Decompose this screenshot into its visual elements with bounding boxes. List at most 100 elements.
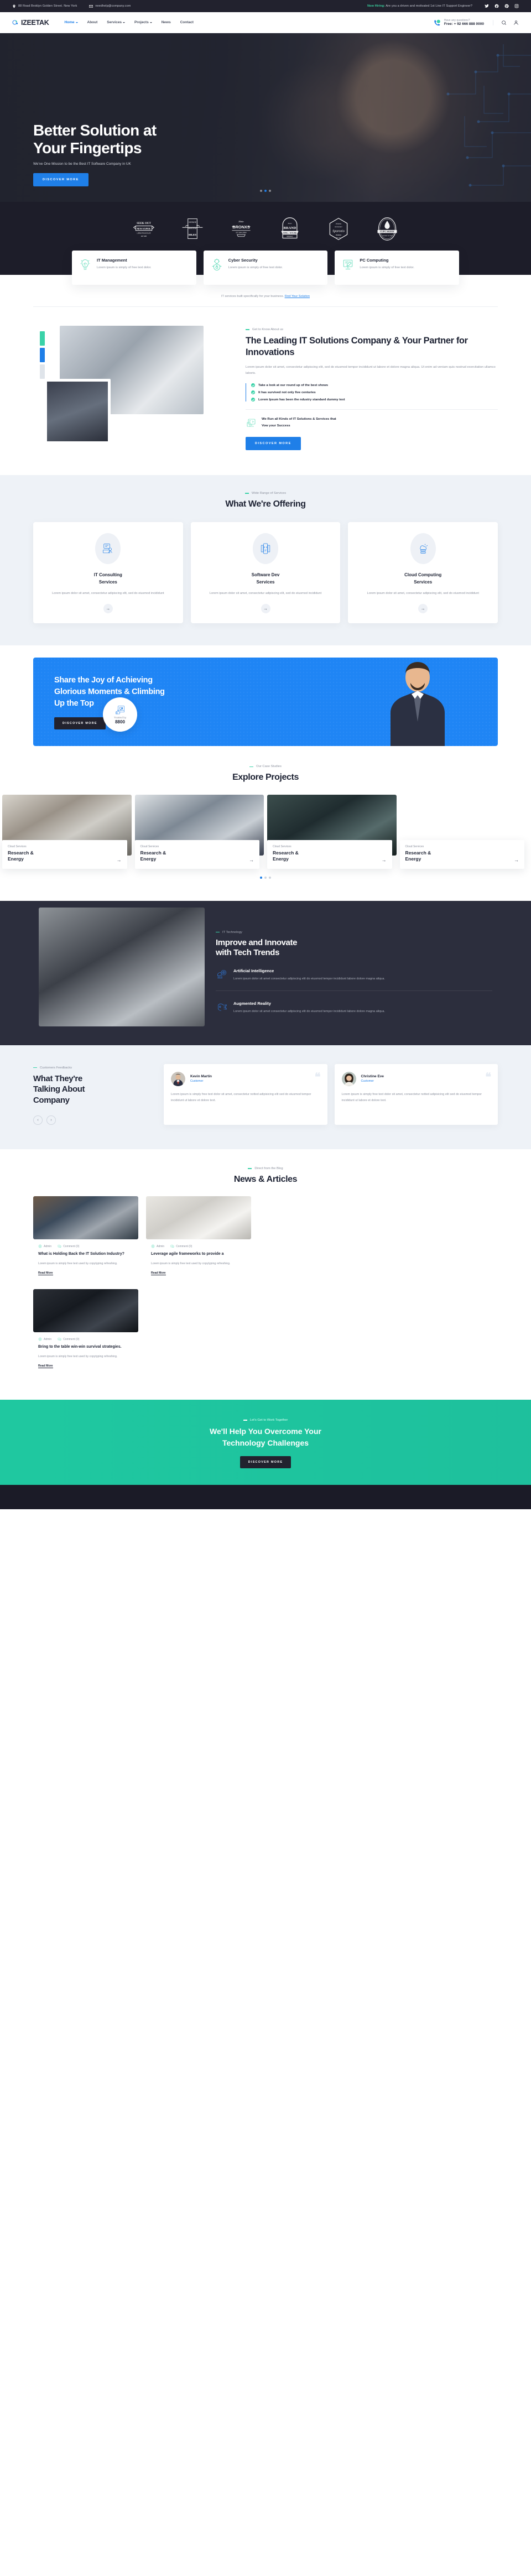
hero-dot-2[interactable] bbox=[264, 190, 267, 192]
project-card[interactable]: Cloud Services Research & Energy → bbox=[134, 794, 264, 869]
user-account-icon[interactable] bbox=[513, 20, 519, 25]
offering-card-arrow-icon[interactable]: → bbox=[261, 604, 270, 614]
news-read-more-link[interactable]: Read More bbox=[38, 1364, 53, 1369]
testimonial-cards: ❝ Kevin Martin Customer Lorem ipsum is s… bbox=[164, 1063, 498, 1125]
feature-card-pc-computing[interactable]: PC Computing Lorem ipsum is simply of fr… bbox=[335, 251, 460, 285]
cta-blue-title-line1: Share the Joy of Achieving bbox=[54, 676, 153, 685]
augmented-reality-icon bbox=[216, 1001, 228, 1013]
news-post-excerpt: Lorem ipsum is simply free text used by … bbox=[38, 1354, 118, 1358]
svg-text:EST 1985: EST 1985 bbox=[141, 236, 147, 237]
offering-card-it-consulting[interactable]: IT Consulting Services Lorem ipsum dolor… bbox=[33, 522, 183, 624]
svg-text:Make: Make bbox=[238, 220, 243, 223]
hero-title: Better Solution at Your Fingertips bbox=[33, 122, 498, 157]
footer-cta-discover-button[interactable]: DISCOVER MORE bbox=[240, 1456, 291, 1469]
testimonial-text: Lorem ipsum is simply free text dolor si… bbox=[171, 1092, 311, 1103]
hero-dot-3[interactable] bbox=[269, 190, 271, 192]
offering-card-arrow-icon[interactable]: → bbox=[418, 604, 428, 614]
hiring-label: Now Hiring: bbox=[367, 4, 386, 8]
nav-label: About bbox=[87, 20, 98, 24]
hero-slider-dots bbox=[0, 190, 531, 192]
user-circle-icon bbox=[151, 1244, 155, 1248]
hero-dot-1[interactable] bbox=[260, 190, 262, 192]
news-eyebrow-text: Direct from the Blog bbox=[254, 1167, 283, 1171]
nav-item-projects[interactable]: Projects bbox=[134, 20, 152, 24]
project-card[interactable]: Cloud Services Research & Energy → bbox=[267, 794, 397, 869]
topbar-email[interactable]: needhelp@company.com bbox=[89, 4, 131, 8]
news-comments: Comment (0) bbox=[58, 1244, 79, 1248]
svg-text:BRONXS: BRONXS bbox=[232, 225, 250, 230]
search-icon[interactable] bbox=[501, 20, 507, 25]
cta-blue-title: Share the Joy of Achieving Glorious Mome… bbox=[54, 675, 305, 710]
footer-cta-eyebrow: Let's Get to Work Together bbox=[0, 1419, 531, 1422]
news-comments: Comment (0) bbox=[58, 1337, 79, 1341]
project-title: Research & Energy bbox=[140, 850, 166, 863]
businessman-photo bbox=[391, 662, 445, 747]
projects-dot-3[interactable] bbox=[269, 876, 271, 879]
news-author-name: Admin bbox=[44, 1337, 52, 1341]
projects-dot-1[interactable] bbox=[260, 876, 262, 879]
header-phone[interactable]: Have any questions? Free: + 92 666 888 0… bbox=[434, 19, 484, 27]
project-arrow-icon[interactable]: → bbox=[117, 857, 122, 863]
about-note: We Run all Kinds of IT Solutions & Servi… bbox=[246, 409, 498, 430]
trend-title: Augmented Reality bbox=[233, 1000, 271, 1006]
news-card[interactable]: Admin Comment (0) Bring to the table win… bbox=[33, 1289, 138, 1376]
shield-lock-gear-icon bbox=[210, 258, 223, 271]
projects-dot-2[interactable] bbox=[264, 876, 267, 879]
accent-bar-teal bbox=[40, 331, 45, 346]
facebook-icon[interactable] bbox=[494, 4, 499, 8]
project-card-body: Cloud Services Research & Energy → bbox=[2, 839, 127, 869]
offering-card-software-dev[interactable]: Software Dev Services Lorem ipsum dolor … bbox=[190, 522, 341, 624]
project-arrow-icon[interactable]: → bbox=[249, 857, 254, 863]
feature-card-it-management[interactable]: IT Management Lorem ipsum is simply of f… bbox=[72, 251, 196, 285]
news-card[interactable]: Admin Comment (0) What is Holding Back t… bbox=[33, 1196, 138, 1283]
nav-item-news[interactable]: News bbox=[162, 20, 171, 24]
nav-item-contact[interactable]: Contact bbox=[180, 20, 194, 24]
logo[interactable]: IZEETAK bbox=[12, 19, 49, 27]
testimonial-name: Kevin Martin bbox=[190, 1075, 212, 1079]
projects-eyebrow-text: Our Case Studies bbox=[256, 765, 282, 769]
news-read-more-link[interactable]: Read More bbox=[151, 1271, 166, 1276]
projects-slider-dots bbox=[0, 876, 531, 879]
news-author: Admin bbox=[38, 1337, 51, 1341]
svg-text:LOREM IPSUM DOLOR: LOREM IPSUM DOLOR bbox=[137, 233, 151, 234]
site-header: IZEETAK Home About Services Projects New… bbox=[0, 12, 531, 33]
nav-item-services[interactable]: Services bbox=[107, 20, 126, 24]
offering-section: Wide Range of Services What We're Offeri… bbox=[0, 475, 531, 646]
pinterest-icon[interactable] bbox=[504, 4, 509, 8]
news-read-more-link[interactable]: Read More bbox=[38, 1271, 53, 1276]
testimonial-card-kevin-martin: ❝ Kevin Martin Customer Lorem ipsum is s… bbox=[164, 1063, 327, 1125]
project-category: Cloud Services bbox=[140, 844, 159, 848]
lightbulb-fingerprint-icon bbox=[79, 258, 92, 271]
about-discover-more-button[interactable]: DISCOVER MORE bbox=[246, 436, 301, 450]
svg-text:EST. 1971: EST. 1971 bbox=[336, 238, 341, 239]
footer-cta-title-line2: Technology Challenges bbox=[222, 1438, 309, 1448]
trusted-badge-value: 8800 bbox=[115, 719, 125, 724]
offering-card-cloud-computing[interactable]: Cloud Computing Services Lorem ipsum dol… bbox=[348, 522, 498, 624]
testimonials-prev-button[interactable]: ‹ bbox=[33, 1115, 43, 1125]
hero-discover-more-button[interactable]: DISCOVER MORE bbox=[33, 173, 88, 186]
offering-title: What We're Offering bbox=[225, 499, 306, 509]
trend-text: Lorem ipsum dolor sit amet consectetur a… bbox=[233, 977, 385, 981]
news-comment-count: Comment (0) bbox=[176, 1244, 192, 1248]
nav-item-about[interactable]: About bbox=[87, 20, 98, 24]
footer-cta-title: We'll Help You Overcome Your Technology … bbox=[0, 1426, 531, 1449]
project-card[interactable]: Cloud Services Research & Energy → bbox=[2, 794, 132, 869]
project-card-body: Cloud Services Research & Energy → bbox=[399, 839, 524, 869]
twitter-icon[interactable] bbox=[485, 4, 489, 8]
project-arrow-icon[interactable]: → bbox=[382, 857, 387, 863]
footer-cta-title-line1: We'll Help You Overcome Your bbox=[210, 1427, 321, 1436]
feature-card-cyber-security[interactable]: Cyber Security Lorem ipsum is simply of … bbox=[203, 251, 328, 285]
topbar: 88 Road Broklyn Golden Street. New York … bbox=[0, 0, 531, 12]
find-solution-link[interactable]: Find Your Solution bbox=[285, 295, 310, 298]
project-card[interactable]: Cloud Services Research & Energy → bbox=[399, 794, 529, 869]
project-arrow-icon[interactable]: → bbox=[514, 857, 519, 863]
nav-item-home[interactable]: Home bbox=[64, 20, 78, 24]
nav-label: Projects bbox=[134, 20, 149, 24]
offering-card-arrow-icon[interactable]: → bbox=[103, 604, 113, 614]
cta-blue-discover-button[interactable]: DISCOVER MORE bbox=[54, 717, 106, 729]
news-card[interactable]: Admin Comment (0) Leverage agile framewo… bbox=[146, 1196, 251, 1283]
testimonial-role: Customer bbox=[190, 1080, 204, 1083]
hero-subtitle: We've One Mission to be the Best IT Soft… bbox=[33, 161, 131, 166]
instagram-icon[interactable] bbox=[514, 4, 519, 8]
testimonials-next-button[interactable]: › bbox=[46, 1115, 56, 1125]
